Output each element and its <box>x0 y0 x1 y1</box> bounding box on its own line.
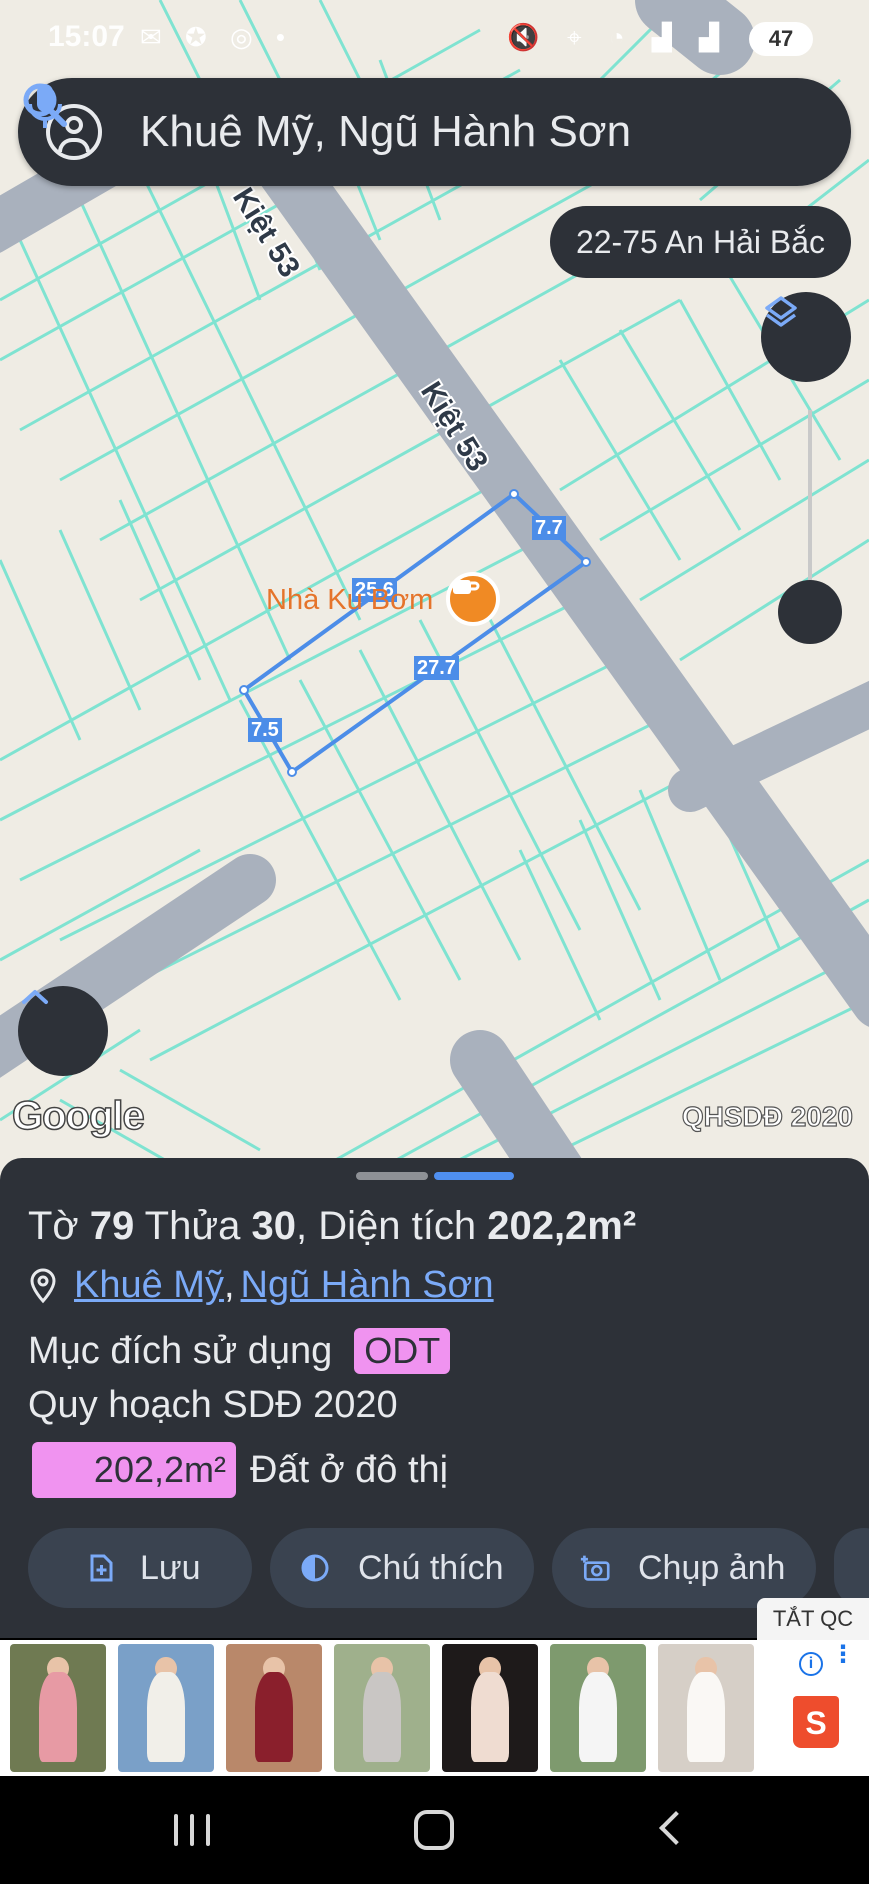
notification-icons: ✉ ✪ ◎ • <box>140 22 294 52</box>
back-icon[interactable] <box>659 1811 693 1845</box>
zoom-slider-handle[interactable] <box>778 580 842 644</box>
ad-product-image[interactable] <box>226 1644 322 1772</box>
ward-link[interactable]: Khuê Mỹ <box>74 1264 224 1307</box>
sheet-handle[interactable] <box>356 1172 428 1180</box>
location-row: Khuê Mỹ, Ngũ Hành Sơn <box>28 1264 494 1307</box>
address-chip[interactable]: 22-75 An Hải Bắc <box>549 206 851 278</box>
parcel-area: 202,2m² <box>487 1204 637 1248</box>
chevron-up-icon <box>22 990 48 1004</box>
location-pin-icon <box>30 1268 56 1303</box>
more-actions-button[interactable] <box>834 1528 869 1608</box>
search-input[interactable]: Khuê Mỹ, Ngũ Hành Sơn <box>140 107 851 157</box>
search-bar[interactable]: Khuê Mỹ, Ngũ Hành Sơn <box>18 78 851 186</box>
add-camera-icon <box>580 1555 610 1581</box>
map-view[interactable]: Kiệt 53 Kiệt 53 7.7 25.6 27.7 7.5 Nhà Ku… <box>0 0 869 1180</box>
close-ads-button[interactable]: TẮT QC <box>757 1598 869 1640</box>
land-type-label: Đất ở đô thị <box>250 1448 449 1491</box>
expand-up-button[interactable] <box>18 986 108 1076</box>
save-button[interactable]: Lưu <box>28 1528 252 1608</box>
home-icon[interactable] <box>414 1810 454 1850</box>
dimension-label: 7.7 <box>532 516 566 540</box>
district-link[interactable]: Ngũ Hành Sơn <box>241 1264 494 1307</box>
system-nav-bar <box>0 1776 869 1884</box>
google-logo: Google <box>11 1093 145 1139</box>
land-use-purpose: Mục đích sử dụng ODT <box>28 1328 451 1374</box>
ad-product-image[interactable] <box>118 1644 214 1772</box>
more-vert-icon[interactable]: ⋮ <box>831 1643 855 1667</box>
ad-product-image[interactable] <box>10 1644 106 1772</box>
ad-product-image[interactable] <box>550 1644 646 1772</box>
layers-icon <box>765 296 797 327</box>
battery-indicator: 47 <box>749 22 813 56</box>
status-bar: 15:07 ✉ ✪ ◎ • 🔇 ⌖ ◔ ▟ ▟ 47 <box>0 0 869 72</box>
recents-icon[interactable] <box>174 1814 210 1846</box>
land-use-badge: ODT <box>354 1328 451 1374</box>
ad-product-image[interactable] <box>658 1644 754 1772</box>
cafe-pin-icon[interactable] <box>446 572 500 626</box>
legend-button[interactable]: Chú thích <box>270 1528 534 1608</box>
screenshot-button[interactable]: Chụp ảnh <box>552 1528 816 1608</box>
map-layer-credit: QHSDĐ 2020 <box>681 1100 853 1132</box>
dimension-label: 7.5 <box>248 718 282 742</box>
contrast-icon <box>301 1554 329 1582</box>
dimension-label: 27.7 <box>414 656 459 680</box>
layers-button[interactable] <box>761 292 851 382</box>
land-area-bar: 202,2m² <box>32 1442 236 1498</box>
ad-banner[interactable] <box>0 1640 869 1776</box>
poi-label[interactable]: Nhà Ku Bơm <box>266 584 433 617</box>
info-icon[interactable]: i <box>799 1652 823 1676</box>
land-use-row: 202,2m² Đất ở đô thị <box>32 1442 448 1498</box>
ad-product-image[interactable] <box>442 1644 538 1772</box>
shopee-logo[interactable]: S <box>793 1696 839 1748</box>
parcel-info-sheet[interactable]: Tờ 79 Thửa 30, Diện tích 202,2m² Khuê Mỹ… <box>0 1158 869 1638</box>
clock: 15:07 <box>48 20 125 53</box>
parcel-title: Tờ 79 Thửa 30, Diện tích 202,2m² <box>28 1204 637 1248</box>
action-buttons: Lưu Chú thích Chụp ảnh <box>28 1528 869 1608</box>
plan-label: Quy hoạch SDĐ 2020 <box>28 1384 398 1426</box>
sheet-number: 79 <box>89 1204 135 1248</box>
mic-icon[interactable] <box>18 78 72 132</box>
signal-icons: 🔇 ⌖ ◔ ▟ ▟ <box>507 22 729 52</box>
ad-product-image[interactable] <box>334 1644 430 1772</box>
sheet-handle-active[interactable] <box>434 1172 514 1180</box>
add-file-icon <box>90 1554 113 1582</box>
parcel-number: 30 <box>251 1204 297 1248</box>
